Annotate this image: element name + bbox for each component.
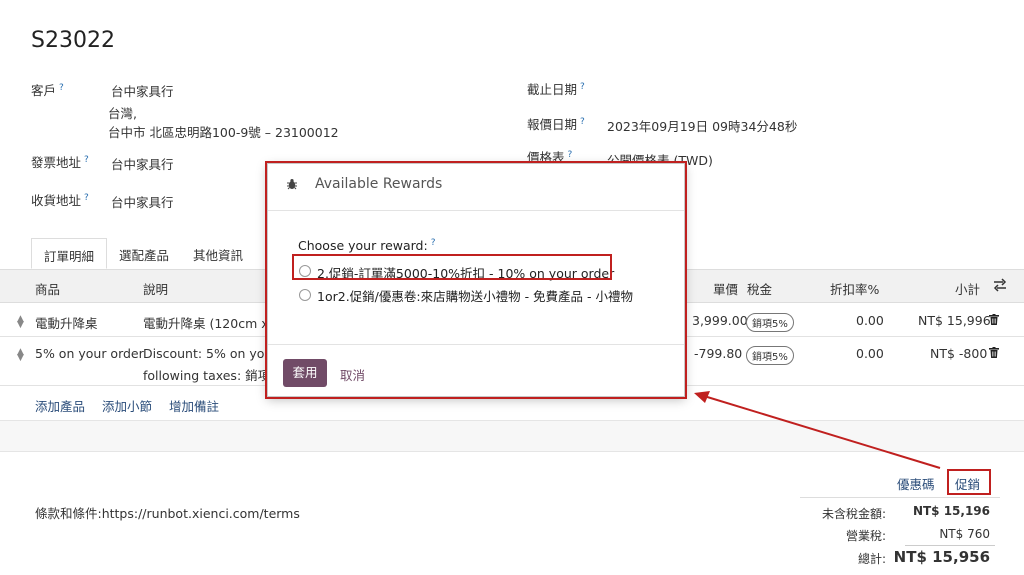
untaxed-label: 未含稅金額:	[821, 507, 886, 521]
help-icon[interactable]: ?	[568, 150, 573, 160]
totals-divider	[800, 497, 1000, 498]
help-icon[interactable]: ?	[59, 83, 64, 93]
page-title: S23022	[31, 28, 115, 53]
add-section-link[interactable]: 添加小節	[102, 396, 152, 415]
customer-country: 台灣,	[108, 106, 137, 121]
tax-value: NT$ 760	[939, 527, 990, 541]
table-row-description-line2[interactable]: following taxes: 銷項5	[143, 365, 278, 384]
customer-label: 客戶?	[31, 82, 64, 98]
delivery-address-value[interactable]: 台中家具行	[111, 192, 174, 211]
table-row-description[interactable]: Discount: 5% on your	[143, 346, 278, 361]
tab-order-lines[interactable]: 訂單明細	[31, 238, 108, 269]
dialog-highlight	[265, 161, 687, 399]
drag-handle-icon[interactable]: ▲ ▼	[17, 348, 24, 363]
help-icon[interactable]: ?	[580, 82, 585, 92]
notebook-tabs: 訂單明細 選配產品 其他資訊	[31, 238, 255, 269]
drag-handle-icon[interactable]: ▲ ▼	[17, 315, 24, 330]
help-icon[interactable]: ?	[580, 117, 585, 127]
add-note-link[interactable]: 增加備註	[169, 396, 219, 415]
column-description[interactable]: 說明	[143, 279, 168, 298]
trash-icon[interactable]	[989, 314, 999, 325]
add-product-link[interactable]: 添加產品	[35, 396, 85, 415]
invoice-address-label: 發票地址?	[31, 154, 89, 170]
column-discount[interactable]: 折扣率%	[830, 279, 879, 298]
customer-address: 台中市 北區忠明路100-9號 – 23100012	[108, 125, 339, 140]
trash-icon[interactable]	[989, 347, 999, 358]
annotation-arrow	[694, 391, 941, 469]
tab-optional-products[interactable]: 選配產品	[107, 238, 181, 269]
quote-date-value[interactable]: 2023年09月19日 09時34分48秒	[607, 116, 797, 135]
table-row-product[interactable]: 5% on your order	[35, 346, 144, 361]
help-icon[interactable]: ?	[84, 193, 89, 203]
total-value: NT$ 15,956	[893, 548, 990, 566]
invoice-address-value[interactable]: 台中家具行	[111, 154, 174, 173]
help-icon[interactable]: ?	[84, 155, 89, 165]
customer-name[interactable]: 台中家具行	[111, 81, 174, 100]
promotion-highlight	[947, 469, 991, 495]
tab-other-info[interactable]: 其他資訊	[181, 238, 255, 269]
tax-badge[interactable]: 銷項5%	[746, 346, 794, 365]
total-divider	[905, 545, 995, 546]
untaxed-value: NT$ 15,196	[912, 504, 990, 518]
column-product[interactable]: 商品	[35, 279, 60, 298]
delivery-address-label: 收貨地址?	[31, 192, 89, 208]
tax-badge[interactable]: 銷項5%	[746, 313, 794, 332]
table-row-discount[interactable]: 0.00	[856, 313, 884, 328]
table-row-discount[interactable]: 0.00	[856, 346, 884, 361]
table-row-subtotal: NT$ -800	[930, 346, 988, 361]
terms-text[interactable]: 條款和條件:https://runbot.xienci.com/terms	[35, 503, 300, 522]
table-row-product[interactable]: 電動升降桌	[35, 313, 98, 332]
tax-label: 營業稅:	[845, 529, 886, 543]
optional-columns-icon[interactable]	[993, 278, 1007, 295]
reward-option-highlight	[292, 254, 612, 280]
table-row-description[interactable]: 電動升降桌 (120cm x 6	[143, 313, 281, 332]
table-row-unit-price[interactable]: 3,999.00	[692, 313, 748, 328]
expiry-date-label: 截止日期?	[527, 81, 585, 97]
column-unit-price[interactable]: 單價	[713, 279, 738, 298]
column-subtotal[interactable]: 小計	[955, 279, 980, 298]
table-row-subtotal: NT$ 15,996	[918, 313, 991, 328]
column-taxes[interactable]: 稅金	[747, 279, 772, 298]
table-row-unit-price[interactable]: -799.80	[694, 346, 742, 361]
quote-date-label: 報價日期?	[527, 116, 585, 132]
